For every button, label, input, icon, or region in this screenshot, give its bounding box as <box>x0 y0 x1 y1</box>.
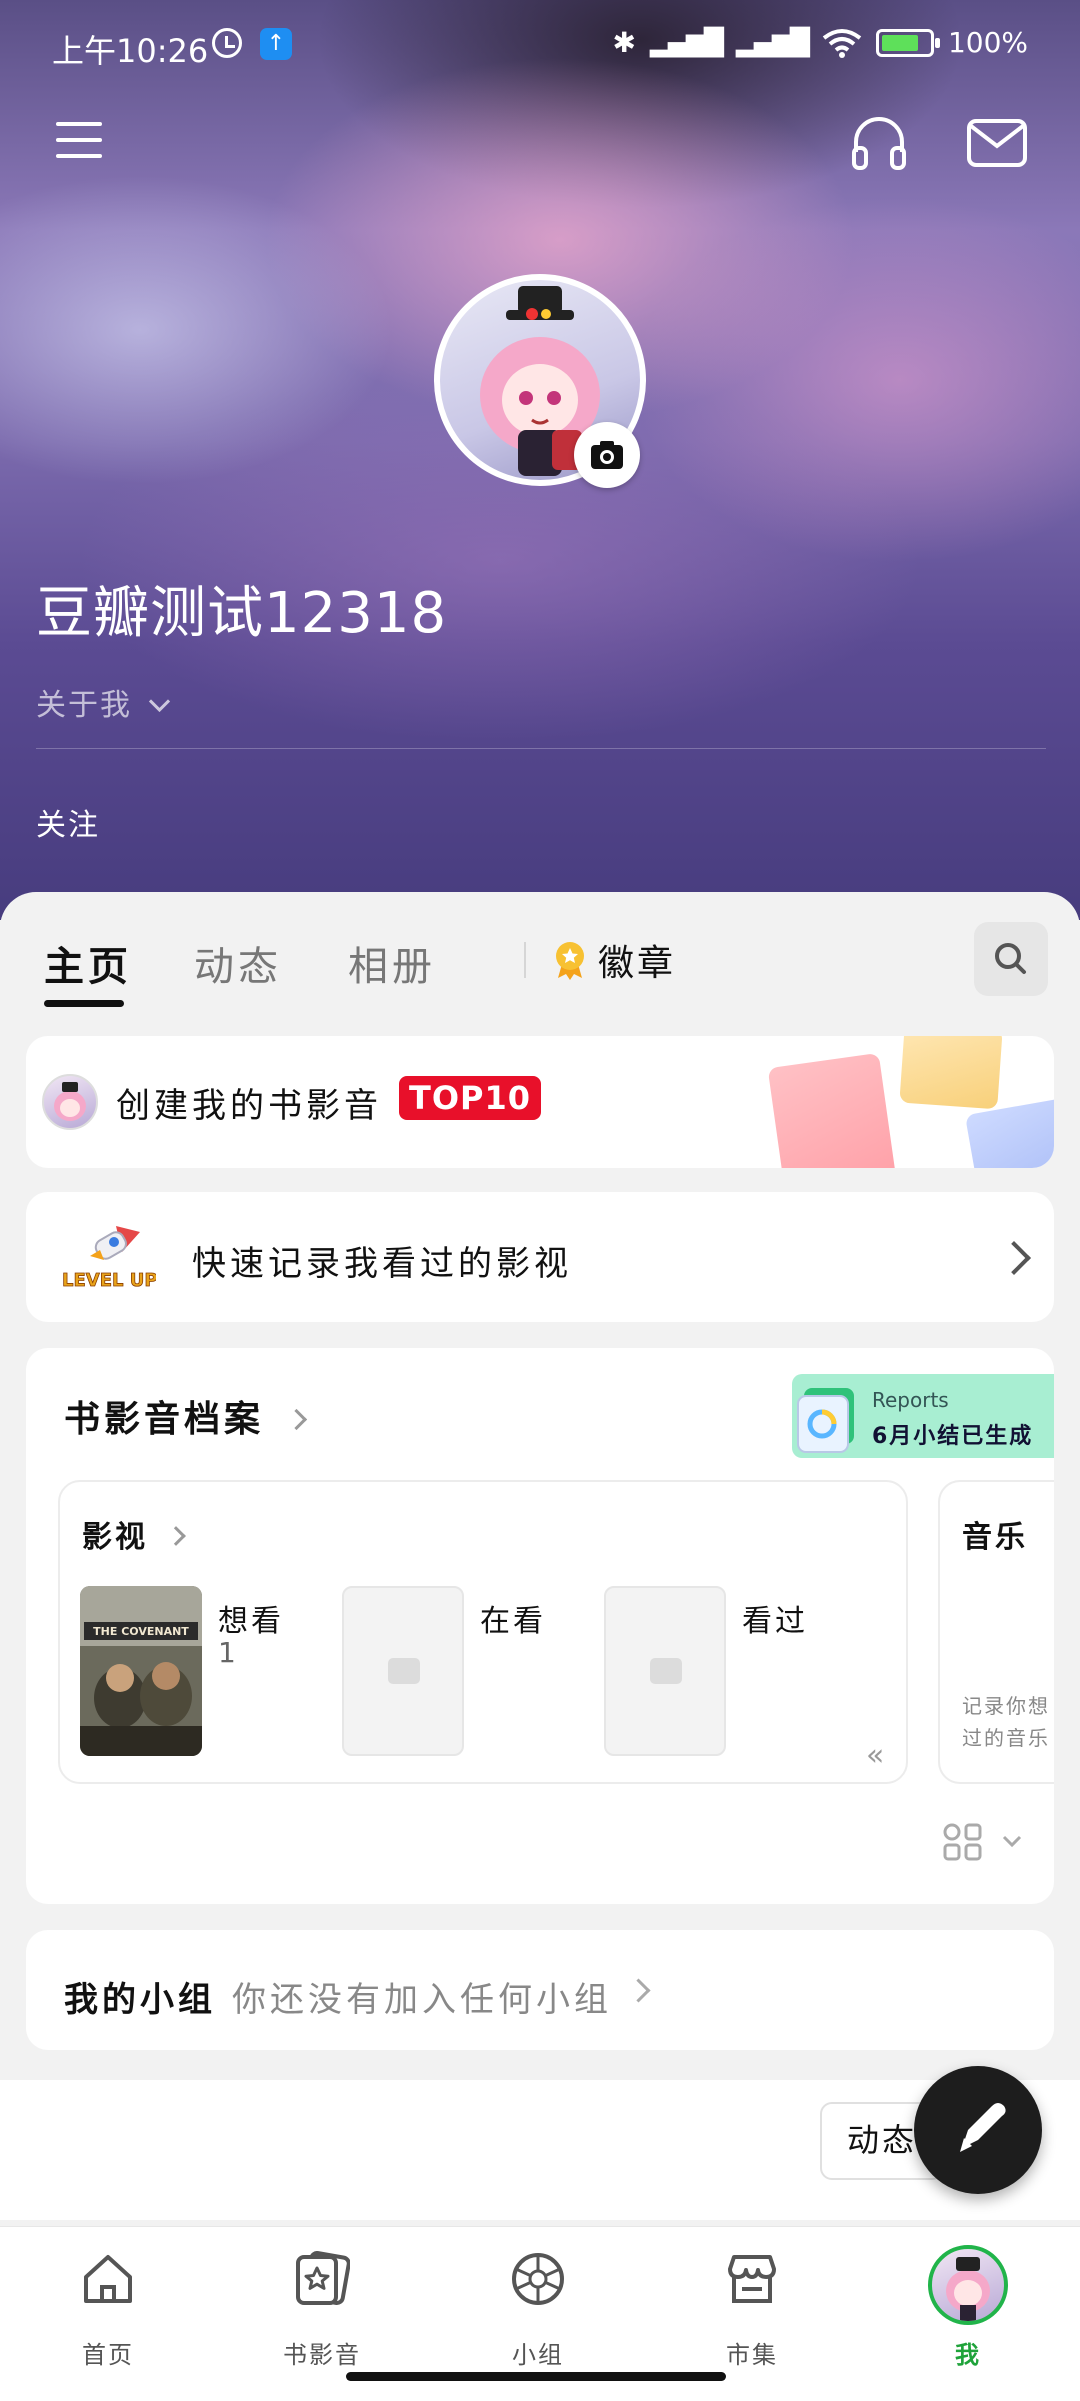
upload-icon: ↑ <box>260 28 292 60</box>
chevron-right-icon <box>997 1241 1031 1275</box>
battery-icon <box>875 28 940 57</box>
placeholder-icon <box>650 1658 682 1684</box>
report-icon <box>797 1388 854 1453</box>
nav-label: 首页 <box>82 2341 134 2369</box>
status-bar: 上午10:26 ↑ ✱ ▂▄▆█ ▂▄▆█ 100% <box>0 0 1080 96</box>
status-watching: 在看 <box>480 1604 546 1639</box>
search-button[interactable] <box>974 922 1048 996</box>
chevron-down-icon <box>148 690 170 713</box>
film-archive-box[interactable]: 影视 THE COVENANT 想看 1 在看 看过 « <box>58 1480 908 1784</box>
status-count: 1 <box>218 1636 236 1669</box>
status-watched: 看过 <box>742 1604 808 1639</box>
nav-groups[interactable]: 小组 <box>468 2241 608 2371</box>
movie-poster: THE COVENANT <box>80 1586 202 1756</box>
profile-content-sheet: 主页 动态 相册 徽章 创建我的书影音 TOP10 LEVEL UP! 快速记录… <box>0 892 1080 2232</box>
level-up-logo: LEVEL UP! <box>62 1226 156 1291</box>
decorative-card <box>899 1036 1003 1110</box>
signal-icon: ▂▄▆█ <box>735 27 810 58</box>
home-indicator[interactable] <box>346 2372 726 2381</box>
avatar <box>42 1074 98 1130</box>
chevron-right-icon <box>626 1978 651 2003</box>
quick-record-card[interactable]: LEVEL UP! 快速记录我看过的影视 <box>26 1192 1054 1322</box>
about-me-label: 关于我 <box>36 688 132 723</box>
placeholder-icon <box>388 1658 420 1684</box>
reports-badge[interactable]: Reports 6月小结已生成 <box>792 1374 1054 1458</box>
chevron-right-icon <box>166 1526 187 1546</box>
headphones-icon[interactable] <box>848 112 910 174</box>
status-want-to-watch: 想看 <box>218 1604 284 1639</box>
nav-market[interactable]: 市集 <box>682 2241 822 2371</box>
groups-hint: 你还没有加入任何小组 <box>232 1980 612 2020</box>
nav-home[interactable]: 首页 <box>38 2241 178 2371</box>
grid-icon <box>943 1823 1022 1861</box>
pencil-icon <box>960 2103 1006 2152</box>
alarm-icon <box>212 28 242 58</box>
battery-level: 100% <box>947 26 1028 59</box>
tab-activity[interactable]: 动态 <box>194 934 282 992</box>
poster-title: THE COVENANT <box>93 1625 189 1638</box>
film-title-link[interactable]: 影视 <box>82 1512 187 1556</box>
follow-link[interactable]: 关注 <box>36 800 100 844</box>
store-icon <box>728 2255 776 2303</box>
archive-title-link[interactable]: 书影音档案 <box>64 1390 307 1442</box>
camera-icon <box>591 441 623 469</box>
menu-icon[interactable] <box>56 122 102 160</box>
status-time: 上午10:26 <box>52 32 209 70</box>
my-groups-card[interactable]: 我的小组 你还没有加入任何小组 <box>26 1930 1054 2050</box>
nav-label: 市集 <box>726 2341 778 2369</box>
tab-home[interactable]: 主页 <box>44 934 132 992</box>
music-hint: 记录你想过的音乐 <box>962 1694 1050 1750</box>
level-up-logo-text: LEVEL UP! <box>62 1270 156 1291</box>
groups-title: 我的小组 <box>64 1980 216 2020</box>
username: 豆瓣测试12318 <box>36 581 448 646</box>
tab-album[interactable]: 相册 <box>348 934 436 992</box>
top10-card-text: 创建我的书影音 <box>116 1086 382 1126</box>
about-me-toggle[interactable]: 关于我 <box>36 680 170 724</box>
active-tab-indicator <box>44 1000 124 1007</box>
reports-label: Reports <box>872 1388 949 1412</box>
top10-badge: TOP10 <box>399 1076 542 1120</box>
nav-me[interactable]: 我 <box>898 2241 1038 2371</box>
divider <box>36 748 1046 749</box>
media-archive-card: 书影音档案 Reports 6月小结已生成 影视 THE COVENANT 想看… <box>26 1348 1054 1904</box>
ball-icon <box>512 2253 564 2305</box>
medal-icon <box>556 942 584 980</box>
star-card-icon <box>296 2251 350 2305</box>
reports-summary: 6月小结已生成 <box>872 1424 1034 1449</box>
search-icon <box>995 943 1026 974</box>
archive-title: 书影音档案 <box>64 1399 265 1440</box>
home-icon <box>84 2255 132 2303</box>
poster-watched[interactable] <box>604 1586 726 1756</box>
music-title-link[interactable]: 音乐 <box>962 1512 1054 1556</box>
tab-badges[interactable]: 徽章 <box>552 934 676 986</box>
nav-label: 我 <box>955 2341 981 2369</box>
layout-toggle-button[interactable] <box>942 1820 1032 1864</box>
avatar <box>928 2245 1008 2325</box>
compose-button[interactable] <box>914 2066 1042 2194</box>
chevron-right-icon <box>285 1408 307 1431</box>
mail-icon[interactable] <box>966 118 1028 168</box>
film-title: 影视 <box>82 1520 148 1555</box>
signal-icon: ▂▄▆█ <box>649 27 724 58</box>
nav-label: 书影音 <box>283 2341 361 2369</box>
poster-watching[interactable] <box>342 1586 464 1756</box>
nav-media[interactable]: 书影音 <box>252 2241 392 2371</box>
wifi-icon <box>822 28 862 58</box>
decorative-card <box>767 1052 897 1168</box>
status-indicators: ✱ ▂▄▆█ ▂▄▆█ 100% <box>613 26 1029 59</box>
nav-label: 小组 <box>512 2341 564 2369</box>
profile-tabs: 主页 动态 相册 徽章 <box>0 892 1080 1012</box>
chevron-right-icon <box>1046 1526 1054 1546</box>
collapse-icon[interactable]: « <box>866 1738 884 1773</box>
divider <box>524 942 526 978</box>
change-avatar-button[interactable] <box>574 422 640 488</box>
quick-record-text: 快速记录我看过的影视 <box>192 1244 572 1284</box>
bluetooth-icon: ✱ <box>612 26 636 59</box>
music-archive-box[interactable]: 音乐 记录你想过的音乐 <box>938 1480 1054 1784</box>
music-title: 音乐 <box>962 1520 1028 1555</box>
decorative-card <box>964 1098 1054 1168</box>
poster-want-to-watch[interactable]: THE COVENANT <box>80 1586 202 1756</box>
create-top10-card[interactable]: 创建我的书影音 TOP10 <box>26 1036 1054 1168</box>
badges-label: 徽章 <box>598 943 677 984</box>
